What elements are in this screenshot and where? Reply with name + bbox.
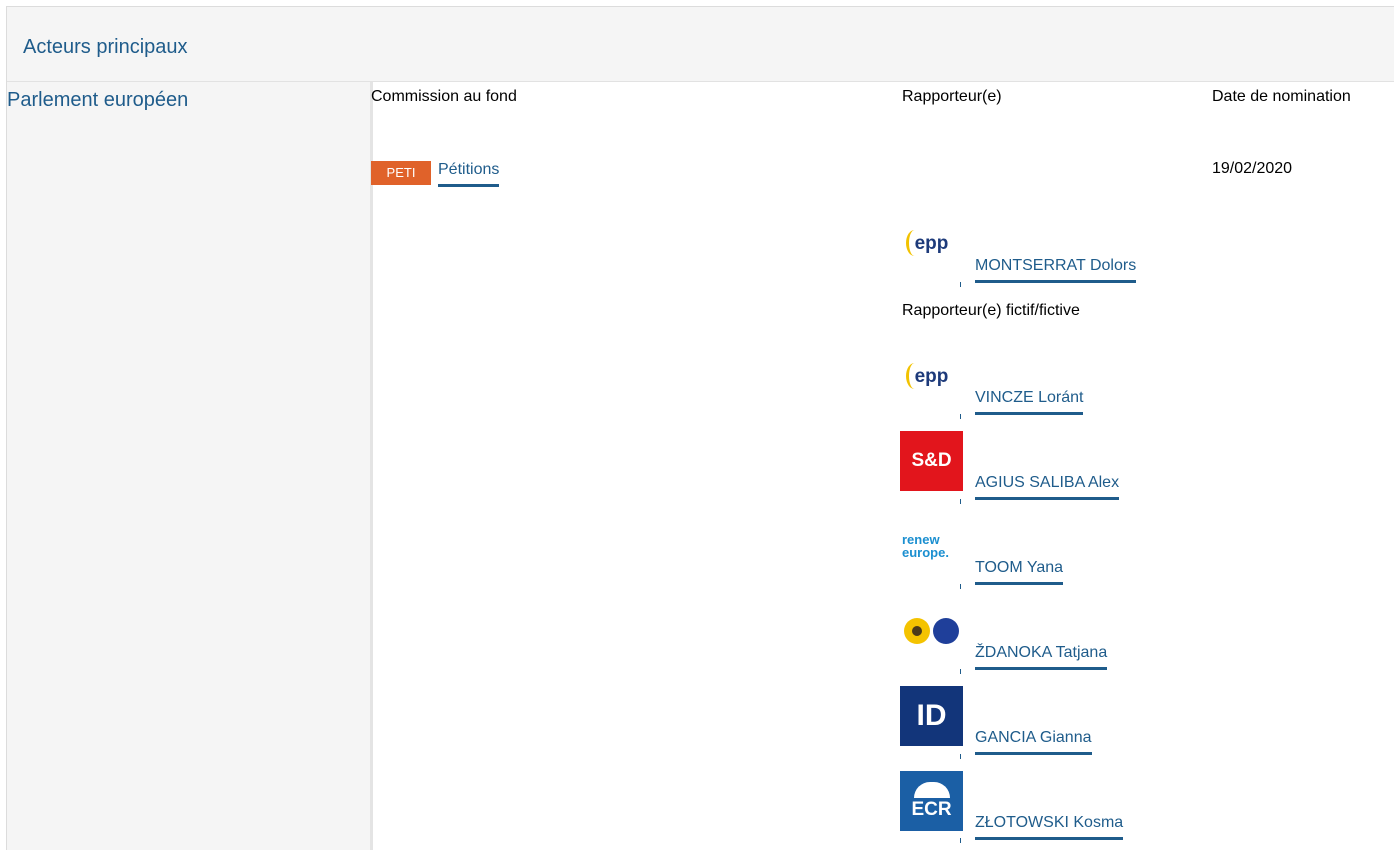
ecr-logo: ECR	[900, 771, 963, 831]
link-tick	[960, 754, 961, 759]
shadow-link-agius-saliba[interactable]: AGIUS SALIBA Alex	[975, 473, 1120, 500]
section-title: Acteurs principaux	[23, 36, 188, 58]
nomination-date: 19/02/2020	[1212, 160, 1293, 177]
shadow-rapporteur-header: Rapporteur(e) fictif/fictive	[902, 302, 1080, 319]
greens-efa-logo	[900, 601, 963, 661]
epp-logo: epp	[900, 345, 963, 409]
committee-column-header: Commission au fond	[371, 88, 517, 105]
nomination-column-header: Date de nomination	[1212, 88, 1351, 105]
id-logo: ID	[900, 686, 963, 746]
renew-europe-logo: renew europe.	[900, 516, 963, 576]
shadow-link-zdanoka[interactable]: ŽDANOKA Tatjana	[975, 643, 1108, 670]
link-tick	[960, 584, 961, 589]
section-header: Acteurs principaux	[7, 7, 1394, 82]
institution-column: Parlement européen	[7, 82, 373, 850]
rapporteur-column-header: Rapporteur(e)	[902, 88, 1002, 105]
shadow-link-vincze[interactable]: VINCZE Loránt	[975, 388, 1084, 415]
sunflower-icon	[904, 618, 930, 644]
link-tick	[960, 282, 961, 287]
shadow-link-gancia[interactable]: GANCIA Gianna	[975, 728, 1092, 755]
link-tick	[960, 414, 961, 419]
link-tick	[960, 669, 961, 674]
shadow-link-toom[interactable]: TOOM Yana	[975, 558, 1064, 585]
sd-logo: S&D	[900, 431, 963, 491]
committee-code-badge: PETI	[371, 161, 431, 185]
shadow-link-zlotowski[interactable]: ZŁOTOWSKI Kosma	[975, 813, 1124, 840]
globe-icon	[933, 618, 959, 644]
epp-logo: epp	[900, 212, 963, 276]
link-tick	[960, 499, 961, 504]
institution-name: Parlement européen	[7, 89, 189, 111]
committee-link[interactable]: Pétitions	[438, 160, 500, 187]
link-tick	[960, 838, 961, 843]
rapporteur-link[interactable]: MONTSERRAT Dolors	[975, 256, 1137, 283]
